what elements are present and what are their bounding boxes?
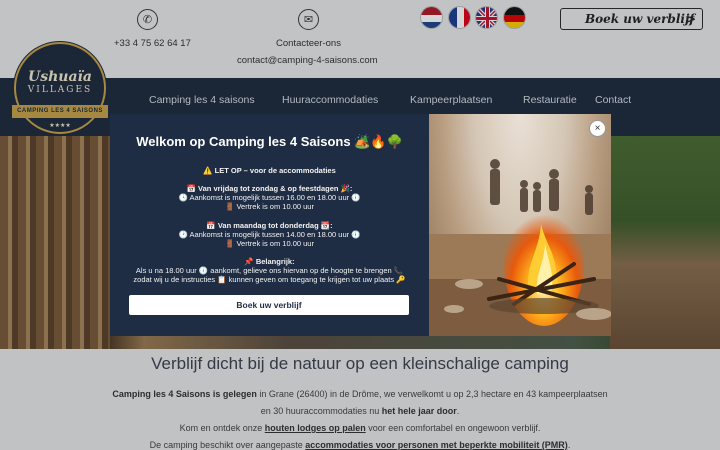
modal-section1-departure: 🚪 Vertrek is om 10.00 uur	[225, 202, 314, 211]
modal-section1-title: 📅 Van vrijdag tot zondag & op feestdagen…	[186, 184, 353, 193]
modal-title: Welkom op Camping les 4 Saisons 🏕️🔥🌳	[136, 134, 403, 149]
modal-important-line1: Als u na 18.00 uur 🕕 aankomt, gelieve on…	[135, 266, 404, 275]
modal-important-line2: zodat wij u de instructies 📋 kunnen geve…	[133, 275, 406, 284]
modal-section2-title: 📅 Van maandag tot donderdag 📆:	[206, 221, 333, 230]
welcome-modal: Welkom op Camping les 4 Saisons 🏕️🔥🌳 ⚠️ …	[110, 114, 611, 336]
modal-section2-arrival: 🕑 Aankomst is mogelijk tussen 14.00 en 1…	[178, 230, 361, 239]
modal-book-button[interactable]: Boek uw verblijf	[129, 295, 409, 315]
close-modal-button[interactable]: ×	[589, 120, 606, 137]
modal-warning: ⚠️ LET OP – voor de accommodaties	[203, 166, 336, 175]
modal-section1-arrival: 🕓 Aankomst is mogelijk tussen 16.00 en 1…	[178, 193, 361, 202]
campfire-image	[429, 114, 611, 336]
modal-text-panel: Welkom op Camping les 4 Saisons 🏕️🔥🌳 ⚠️ …	[110, 114, 429, 336]
modal-important-title: 📌 Belangrijk:	[244, 257, 295, 266]
modal-section2-departure: 🚪 Vertrek is om 10.00 uur	[225, 239, 314, 248]
